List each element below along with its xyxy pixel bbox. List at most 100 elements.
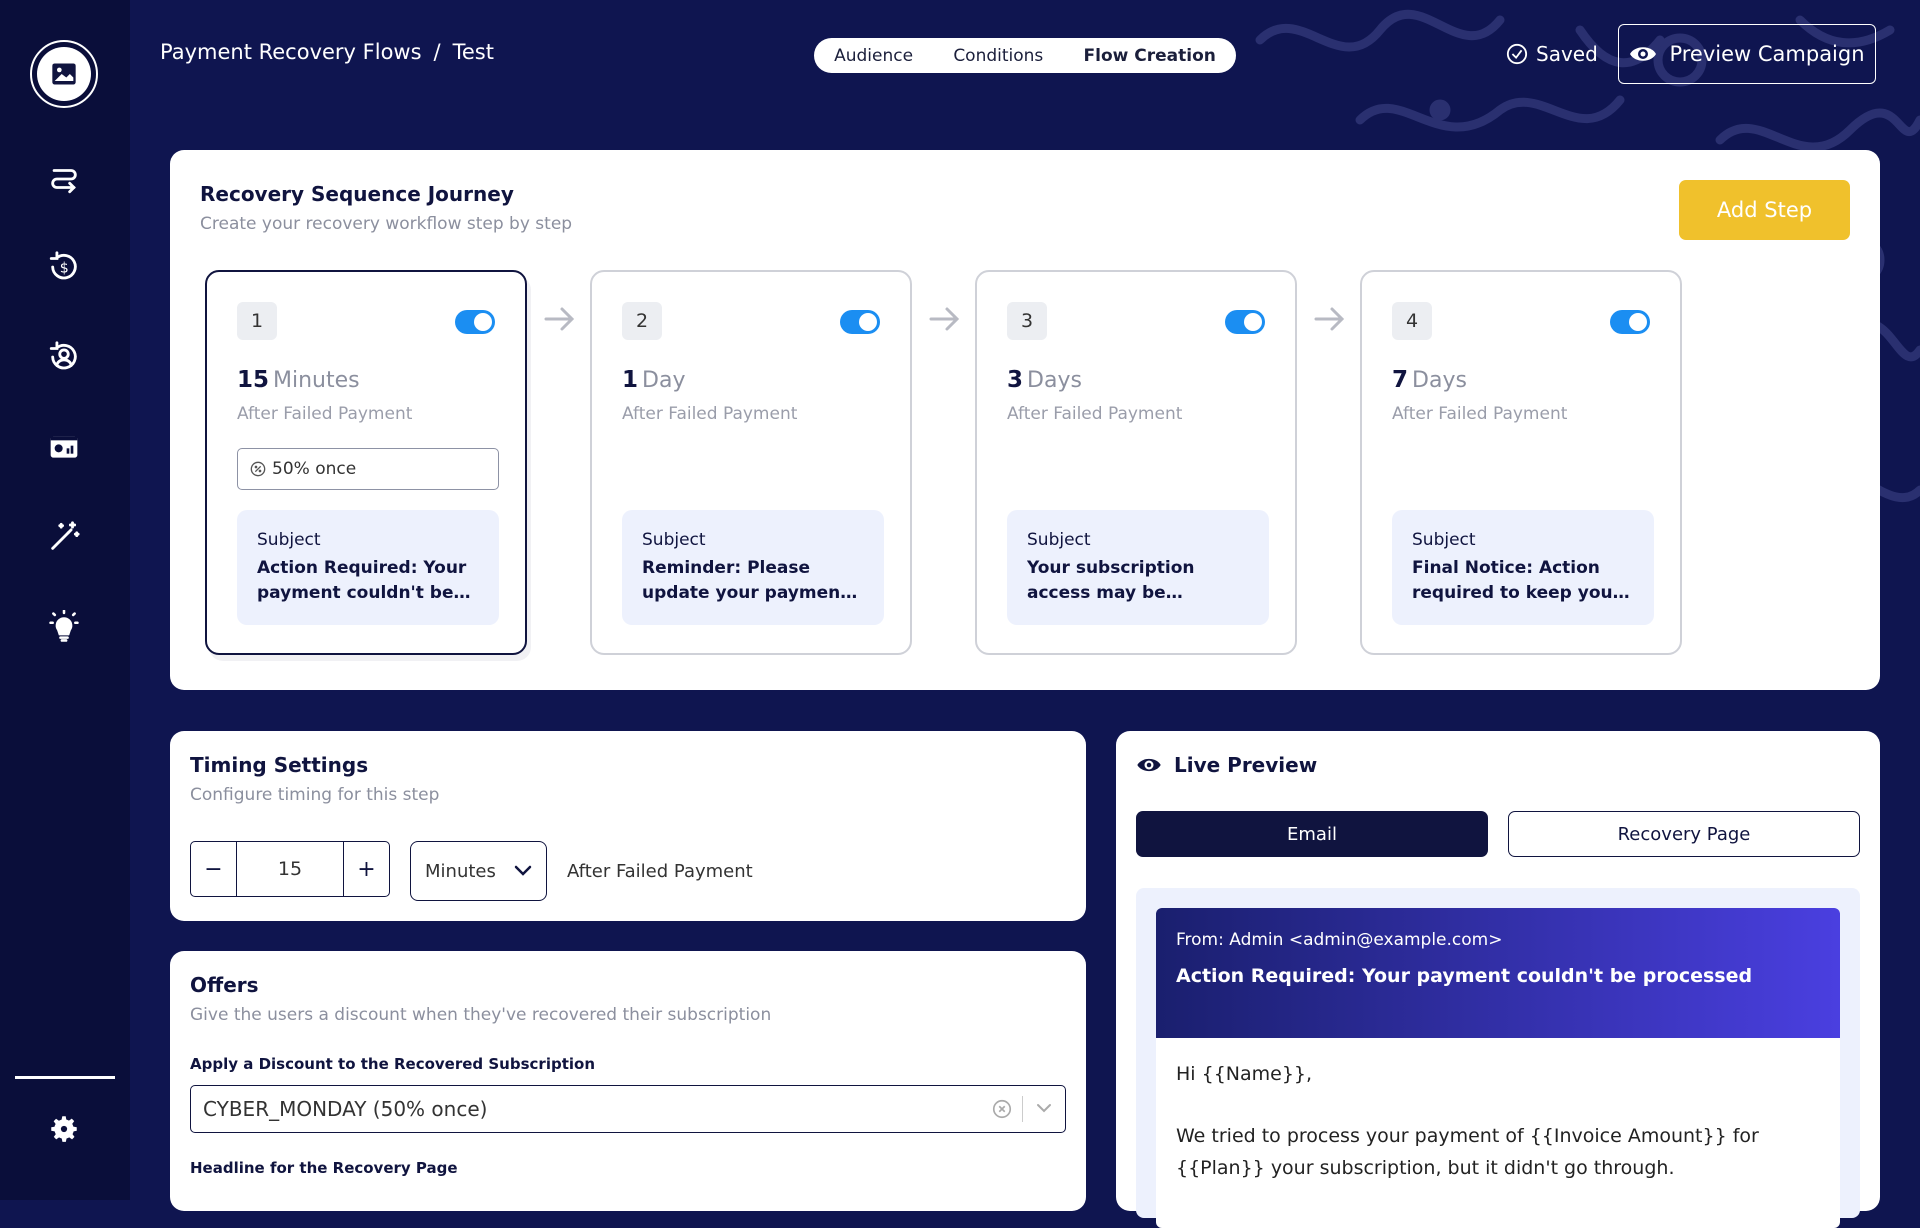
step-number: 1 bbox=[237, 302, 277, 340]
timing-unit-select[interactable]: Minutes bbox=[410, 841, 547, 901]
subject-text: Final Notice: Action required to keep yo… bbox=[1412, 558, 1621, 603]
step-number: 4 bbox=[1392, 302, 1432, 340]
live-preview-card: Live Preview Email Recovery Page From: A… bbox=[1116, 731, 1880, 1228]
preview-tab-email[interactable]: Email bbox=[1136, 811, 1488, 857]
tab-conditions[interactable]: Conditions bbox=[953, 46, 1043, 66]
discount-select[interactable]: CYBER_MONDAY (50% once) bbox=[190, 1085, 1066, 1133]
step-toggle[interactable] bbox=[1610, 310, 1650, 334]
timing-unit-value: Minutes bbox=[425, 860, 496, 882]
eye-icon bbox=[1137, 758, 1161, 772]
tab-audience[interactable]: Audience bbox=[834, 46, 913, 66]
subject-text: Your subscription access may be affected… bbox=[1027, 558, 1195, 603]
journey-title: Recovery Sequence Journey bbox=[200, 182, 514, 206]
image-icon bbox=[52, 63, 76, 85]
step-delay-amount: 1 bbox=[622, 367, 639, 393]
decrement-button[interactable]: − bbox=[191, 842, 236, 896]
step-delay: 15 Minutes bbox=[237, 367, 360, 393]
discount-value: CYBER_MONDAY (50% once) bbox=[203, 1097, 488, 1121]
step-after: After Failed Payment bbox=[622, 404, 798, 424]
step-card-1[interactable]: 1 15 Minutes After Failed Payment 50% onc… bbox=[205, 270, 527, 655]
timing-after-label: After Failed Payment bbox=[567, 861, 753, 882]
flows-icon[interactable] bbox=[45, 160, 83, 198]
arrow-right-icon bbox=[1314, 307, 1345, 331]
step-delay: 7 Days bbox=[1392, 367, 1467, 393]
step-card-2[interactable]: 2 1 Day After Failed Payment Subject Remi… bbox=[590, 270, 912, 655]
discount-icon bbox=[250, 461, 266, 477]
step-subject-box: Subject Your subscription access may be … bbox=[1007, 510, 1269, 625]
sidebar-divider bbox=[15, 1076, 115, 1079]
breadcrumb-current: Test bbox=[452, 40, 494, 64]
timing-stepper: − 15 + bbox=[190, 841, 390, 897]
email-body-text: We tried to process your payment of {{In… bbox=[1176, 1125, 1759, 1179]
step-number: 2 bbox=[622, 302, 662, 340]
breadcrumb-separator: / bbox=[433, 40, 441, 64]
preview-campaign-label: Preview Campaign bbox=[1669, 42, 1865, 66]
step-subject-box: Subject Action Required: Your payment co… bbox=[237, 510, 499, 625]
breadcrumb: Payment Recovery Flows / Test bbox=[160, 40, 494, 64]
tab-flow-creation[interactable]: Flow Creation bbox=[1084, 46, 1216, 66]
increment-button[interactable]: + bbox=[344, 842, 389, 896]
breadcrumb-parent[interactable]: Payment Recovery Flows bbox=[160, 40, 422, 64]
arrow-right-icon bbox=[929, 307, 960, 331]
dollar-refresh-icon[interactable]: $ bbox=[45, 248, 83, 286]
arrow-right-icon bbox=[544, 307, 575, 331]
discount-label: Apply a Discount to the Recovered Subscr… bbox=[190, 1055, 595, 1073]
step-after: After Failed Payment bbox=[1392, 404, 1568, 424]
preview-campaign-button[interactable]: Preview Campaign bbox=[1618, 24, 1876, 84]
timing-title: Timing Settings bbox=[190, 753, 369, 777]
email-header: From: Admin <admin@example.com> Action R… bbox=[1156, 908, 1840, 1038]
subject-text: Reminder: Please update your payment det… bbox=[642, 558, 849, 603]
step-delay: 3 Days bbox=[1007, 367, 1082, 393]
step-toggle[interactable] bbox=[455, 310, 495, 334]
sidebar: $ bbox=[0, 0, 130, 1200]
step-delay-unit: Day bbox=[642, 368, 686, 393]
subject-label: Subject bbox=[257, 530, 321, 550]
subject-text: Action Required: Your payment couldn't b… bbox=[257, 558, 467, 603]
headline-label: Headline for the Recovery Page bbox=[190, 1159, 458, 1177]
preview-area: From: Admin <admin@example.com> Action R… bbox=[1136, 888, 1860, 1228]
email-subject: Action Required: Your payment couldn't b… bbox=[1176, 965, 1753, 987]
subject-label: Subject bbox=[1412, 530, 1476, 550]
step-offer-badge: 50% once bbox=[237, 448, 499, 490]
step-after: After Failed Payment bbox=[237, 404, 413, 424]
subject-label: Subject bbox=[1027, 530, 1091, 550]
step-delay-unit: Days bbox=[1027, 368, 1082, 393]
email-greeting: Hi {{Name}}, bbox=[1176, 1063, 1313, 1085]
chevron-down-icon bbox=[514, 865, 532, 876]
chevron-down-icon[interactable] bbox=[1035, 1099, 1053, 1117]
step-delay-amount: 3 bbox=[1007, 367, 1024, 393]
step-number: 3 bbox=[1007, 302, 1047, 340]
step-toggle[interactable] bbox=[1225, 310, 1265, 334]
step-delay-amount: 7 bbox=[1392, 367, 1409, 393]
step-subject-box: Subject Final Notice: Action required to… bbox=[1392, 510, 1654, 625]
timing-settings-card: Timing Settings Configure timing for thi… bbox=[170, 731, 1086, 921]
offers-subtitle: Give the users a discount when they've r… bbox=[190, 1005, 772, 1025]
live-preview-header: Live Preview bbox=[1136, 753, 1317, 777]
step-toggle[interactable] bbox=[840, 310, 880, 334]
magic-wand-icon[interactable] bbox=[45, 518, 83, 556]
step-card-3[interactable]: 3 3 Days After Failed Payment Subject You… bbox=[975, 270, 1297, 655]
eye-icon bbox=[1630, 47, 1657, 61]
dashboard-card-icon[interactable] bbox=[45, 428, 83, 466]
flow-tabs: Audience Conditions Flow Creation bbox=[814, 38, 1236, 73]
recovery-journey-card: Recovery Sequence Journey Create your re… bbox=[170, 150, 1880, 690]
step-delay: 1 Day bbox=[622, 367, 685, 393]
saved-label: Saved bbox=[1536, 42, 1598, 66]
user-refresh-icon[interactable] bbox=[45, 338, 83, 376]
add-step-button[interactable]: Add Step bbox=[1679, 180, 1850, 240]
check-circle-icon bbox=[1506, 43, 1528, 65]
preview-tab-recovery-page[interactable]: Recovery Page bbox=[1508, 811, 1860, 857]
subject-label: Subject bbox=[642, 530, 706, 550]
lightbulb-icon[interactable] bbox=[45, 608, 83, 646]
clear-icon[interactable] bbox=[991, 1098, 1013, 1120]
logo[interactable] bbox=[30, 40, 98, 108]
select-separator bbox=[1022, 1096, 1023, 1122]
step-after: After Failed Payment bbox=[1007, 404, 1183, 424]
svg-text:$: $ bbox=[60, 261, 69, 277]
timing-subtitle: Configure timing for this step bbox=[190, 785, 440, 805]
gear-icon[interactable] bbox=[45, 1110, 83, 1148]
step-card-4[interactable]: 4 7 Days After Failed Payment Subject Fin… bbox=[1360, 270, 1682, 655]
offers-title: Offers bbox=[190, 973, 259, 997]
timing-value-input[interactable]: 15 bbox=[236, 842, 344, 896]
offers-card: Offers Give the users a discount when th… bbox=[170, 951, 1086, 1211]
